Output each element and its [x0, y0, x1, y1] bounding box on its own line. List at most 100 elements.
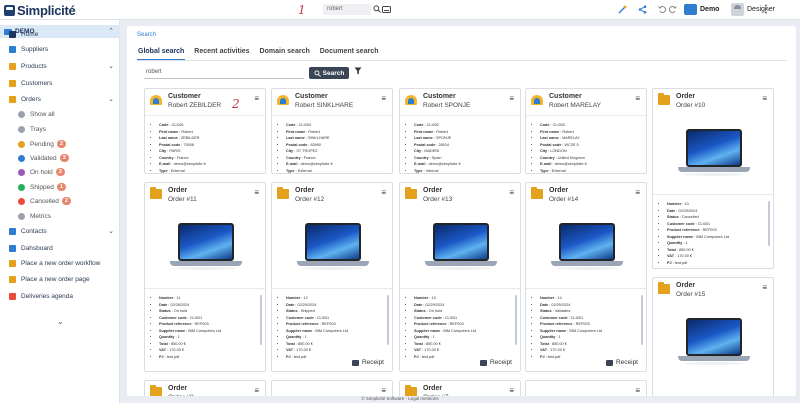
card-menu-icon[interactable]: ≡ [509, 386, 514, 395]
scrollbar[interactable] [260, 295, 262, 345]
card-type: Customer [423, 93, 456, 100]
sidebar-item-trays[interactable]: Trays [0, 123, 120, 135]
field-label: Postal code [540, 142, 562, 147]
share-icon[interactable] [637, 4, 647, 14]
undo-icon[interactable] [657, 4, 667, 14]
scrollbar[interactable] [768, 201, 770, 246]
customer-card[interactable]: CustomerRobert SPONJE≡Code : CLI002First… [399, 88, 521, 174]
redo-icon[interactable] [668, 4, 678, 14]
scrollbar[interactable] [515, 295, 517, 345]
user-avatar[interactable] [731, 3, 744, 16]
app-logo[interactable]: Simplicité [4, 3, 76, 18]
tab-document-search[interactable]: Document search [319, 46, 380, 61]
sidebar-item-place-a-new-order-page[interactable]: Place a new order page [0, 273, 120, 285]
card-title[interactable]: Robert SINKLHARE [295, 102, 353, 109]
sidebar-item-orders[interactable]: Orders ⌄ [0, 93, 120, 105]
chevron-down-icon[interactable]: ⌄ [108, 62, 114, 70]
sidebar-item-on-hold[interactable]: On hold 3 [0, 166, 120, 178]
receipt-button[interactable]: Receipt [605, 359, 638, 366]
magic-icon[interactable] [617, 4, 627, 14]
card-title[interactable]: Order #11 [168, 196, 197, 203]
sidebar-item-home[interactable]: Home [0, 28, 120, 40]
customer-card[interactable]: CustomerRobert ZEBILDER≡Code : CLI001Fir… [144, 88, 266, 174]
count-badge: 3 [55, 168, 65, 176]
tab-domain-search[interactable]: Domain search [259, 46, 311, 61]
card-title[interactable]: Order #10 [676, 102, 705, 109]
field-value: CLI001 [697, 221, 711, 226]
card-menu-icon[interactable]: ≡ [381, 94, 386, 103]
card-menu-icon[interactable]: ≡ [635, 188, 640, 197]
sidebar-item-shipped[interactable]: Shipped 1 [0, 181, 120, 193]
scrollbar[interactable] [387, 295, 389, 345]
search-button[interactable]: Search [309, 67, 349, 79]
app-scope-label[interactable]: Demo [700, 6, 719, 13]
field-label: Quantity [540, 335, 556, 339]
sidebar-item-pending[interactable]: Pending 2 [0, 138, 120, 150]
order-card[interactable]: OrderOrder #7≡ [399, 380, 521, 396]
card-title[interactable]: Robert ZEBILDER [168, 102, 221, 109]
receipt-button[interactable]: Receipt [351, 359, 384, 366]
card-menu-icon[interactable]: ≡ [635, 386, 640, 395]
chevron-down-icon[interactable]: ⌄ [108, 227, 114, 235]
receipt-button[interactable]: Receipt [479, 359, 512, 366]
chevron-down-icon[interactable]: ⌄ [57, 317, 64, 326]
card-menu-icon[interactable]: ≡ [381, 188, 386, 197]
customer-card[interactable]: CustomerRobert SINKLHARE≡Code : CLI004Fi… [271, 88, 393, 174]
field-value: test.pdf [674, 260, 688, 265]
sidebar-item-label: Trays [30, 125, 47, 133]
scrollbar[interactable] [641, 295, 643, 345]
card-menu-icon[interactable]: ≡ [635, 94, 640, 103]
card-menu-icon[interactable]: ≡ [509, 94, 514, 103]
field-value: WC2E 5 [564, 142, 579, 147]
sidebar-item-validated[interactable]: Validated 3 [0, 152, 120, 164]
keyboard-icon[interactable] [381, 4, 391, 14]
order-card[interactable]: OrderOrder #11≡Number : 11Date : 02/28/2… [144, 182, 266, 372]
order-card[interactable]: OrderOrder #3≡ [144, 380, 266, 396]
card-menu-icon[interactable]: ≡ [509, 188, 514, 197]
card-title[interactable]: Order #14 [549, 196, 578, 203]
field-label: Supplier name [414, 328, 441, 333]
sidebar-item-deliveries-agenda[interactable]: Deliveries agenda [0, 290, 120, 302]
card-title[interactable]: Order #13 [423, 196, 452, 203]
more-menu-icon[interactable]: ⋮ [761, 4, 771, 15]
order-card[interactable]: ≡ [271, 380, 393, 396]
sidebar-item-dahsboard[interactable]: Dahsboard [0, 242, 120, 254]
card-title[interactable]: Robert SPONJE [423, 102, 470, 109]
order-card[interactable]: OrderOrder #14≡Number : 14Date : 02/29/2… [525, 182, 647, 372]
sidebar-item-suppliers[interactable]: Suppliers [0, 43, 120, 55]
sidebar-item-contacts[interactable]: Contacts ⌄ [0, 225, 120, 237]
sidebar-item-metrics[interactable]: Metrics [0, 210, 120, 222]
card-menu-icon[interactable]: ≡ [254, 94, 259, 103]
card-title[interactable]: Robert MARELAY [549, 102, 601, 109]
card-menu-icon[interactable]: ≡ [254, 386, 259, 395]
order-card[interactable]: OrderOrder #13≡Number : 13Date : 02/29/2… [399, 182, 521, 372]
card-menu-icon[interactable]: ≡ [381, 386, 386, 395]
filter-icon[interactable] [354, 67, 362, 77]
chevron-down-icon[interactable]: ⌄ [108, 95, 114, 103]
breadcrumb[interactable]: Search [137, 32, 156, 38]
product-icon [9, 62, 16, 70]
customer-card[interactable]: CustomerRobert MARELAY≡Code : CLI003Firs… [525, 88, 647, 174]
card-menu-icon[interactable]: ≡ [762, 283, 767, 292]
card-menu-icon[interactable]: ≡ [762, 94, 767, 103]
sidebar-item-show-all[interactable]: Show all [0, 108, 120, 120]
global-search-input[interactable]: robert [323, 4, 371, 15]
sidebar-item-place-a-new-order-workflow[interactable]: Place a new order workflow [0, 257, 120, 269]
order-card[interactable]: Order Order #15 ≡ [652, 277, 774, 396]
search-input[interactable]: robert [144, 66, 304, 79]
order-card[interactable]: OrderOrder #10≡Number : 10Date : 02/29/2… [652, 88, 774, 269]
tab-global-search[interactable]: Global search [137, 46, 186, 61]
card-title[interactable]: Order #15 [676, 291, 705, 298]
card-menu-icon[interactable]: ≡ [254, 188, 259, 197]
tab-recent-activities[interactable]: Recent activities [193, 46, 250, 61]
sidebar-item-customers[interactable]: Customers [0, 77, 120, 89]
sidebar-item-products[interactable]: Products ⌄ [0, 60, 120, 72]
sidebar-item-cancelled[interactable]: Cancelled 2 [0, 195, 120, 207]
app-scope-icon[interactable] [684, 4, 697, 15]
field-label: Supplier name [540, 328, 567, 333]
field-label: Product reference [159, 322, 192, 326]
order-card[interactable]: ≡ [525, 380, 647, 396]
card-title[interactable]: Order #12 [295, 196, 324, 203]
order-card[interactable]: OrderOrder #12≡Number : 12Date : 02/29/2… [271, 182, 393, 372]
count-badge: 2 [61, 197, 71, 205]
